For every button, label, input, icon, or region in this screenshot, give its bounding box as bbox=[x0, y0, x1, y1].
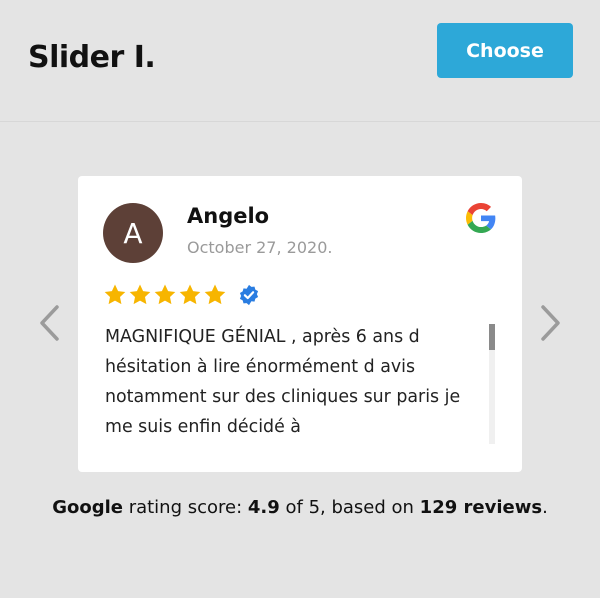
page-title: Slider I. bbox=[28, 40, 156, 75]
summary-score: 4.9 bbox=[247, 497, 280, 518]
review-author: Angelo bbox=[187, 204, 270, 228]
header-bar: Slider I. Choose bbox=[0, 0, 600, 122]
review-scrollbar[interactable] bbox=[489, 324, 495, 444]
star-icon bbox=[154, 284, 176, 305]
scrollbar-thumb[interactable] bbox=[489, 324, 495, 350]
summary-brand: Google bbox=[52, 497, 123, 518]
review-text: MAGNIFIQUE GÉNIAL , après 6 ans d hésita… bbox=[105, 327, 461, 437]
star-icon bbox=[129, 284, 151, 305]
avatar: A bbox=[103, 203, 163, 263]
rating-summary: Google rating score: 4.9 of 5, based on … bbox=[0, 497, 600, 518]
star-icon bbox=[204, 284, 226, 305]
google-icon bbox=[466, 203, 496, 233]
summary-end: . bbox=[542, 497, 548, 518]
summary-of: of 5, based on bbox=[279, 497, 420, 518]
next-arrow-icon[interactable] bbox=[535, 303, 565, 343]
previous-arrow-icon[interactable] bbox=[35, 303, 65, 343]
review-date: October 27, 2020. bbox=[187, 238, 333, 257]
star-icon bbox=[179, 284, 201, 305]
star-icon bbox=[104, 284, 126, 305]
verified-badge-icon bbox=[239, 284, 259, 306]
summary-label: rating score: bbox=[122, 497, 248, 518]
star-rating bbox=[103, 283, 260, 307]
review-card: A Angelo October 27, 2020. MAGNIFIQUE GÉ… bbox=[78, 176, 522, 472]
summary-reviews: 129 reviews bbox=[419, 497, 543, 518]
choose-button[interactable]: Choose bbox=[437, 23, 573, 78]
